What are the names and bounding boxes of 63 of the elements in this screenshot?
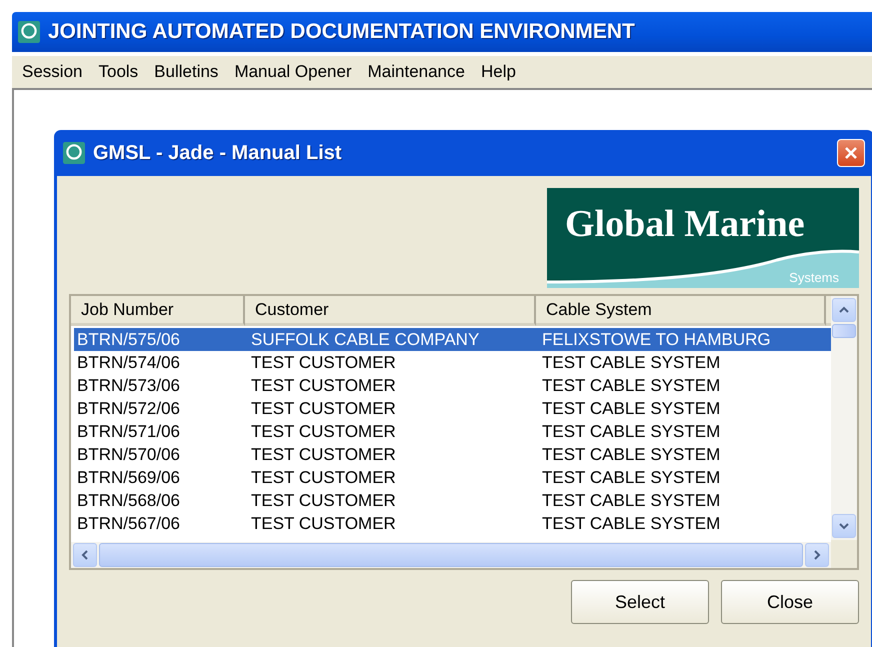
table-cell-text: TEST CABLE SYSTEM bbox=[541, 422, 722, 442]
table-cell-text: FELIXSTOWE TO HAMBURG bbox=[541, 330, 772, 350]
scrollbar-corner bbox=[831, 540, 857, 568]
close-button[interactable] bbox=[837, 139, 865, 167]
table-row[interactable]: BTRN/574/06 TEST CUSTOMER TEST CABLE SYSTEM bbox=[74, 351, 831, 374]
app-icon bbox=[63, 142, 85, 164]
scroll-right-button[interactable] bbox=[805, 543, 829, 567]
app-icon bbox=[18, 21, 40, 43]
table-cell-text: TEST CABLE SYSTEM bbox=[541, 444, 722, 464]
table-cell-text: TEST CUSTOMER bbox=[250, 352, 397, 372]
scroll-down-button[interactable] bbox=[832, 514, 856, 538]
menu-item[interactable]: Session bbox=[14, 60, 90, 84]
logo-tagline: Systems bbox=[789, 270, 839, 285]
menu-item[interactable]: Maintenance bbox=[360, 60, 473, 84]
table-row[interactable]: BTRN/571/06 TEST CUSTOMER TEST CABLE SYSTEM bbox=[74, 420, 831, 443]
table-cell-text: BTRN/567/06 bbox=[76, 514, 181, 534]
logo-name: Global Marine bbox=[565, 202, 805, 246]
close-dialog-button[interactable]: Close bbox=[721, 580, 859, 624]
menu-item[interactable]: Tools bbox=[90, 60, 146, 84]
table-row[interactable]: BTRN/568/06 TEST CUSTOMER TEST CABLE SYSTEM bbox=[74, 489, 831, 512]
table-cell-text: BTRN/573/06 bbox=[76, 376, 181, 396]
table-cell-text: TEST CUSTOMER bbox=[250, 468, 397, 488]
header-background bbox=[826, 296, 831, 326]
table-cell-text: TEST CUSTOMER bbox=[250, 444, 397, 464]
table-row[interactable]: BTRN/569/06 TEST CUSTOMER TEST CABLE SYSTEM bbox=[74, 466, 831, 489]
table-cell-text: BTRN/570/06 bbox=[76, 444, 181, 464]
menu-item[interactable]: Manual Opener bbox=[226, 60, 360, 84]
table-cell-text: TEST CUSTOMER bbox=[250, 514, 397, 534]
table-cell-text: TEST CABLE SYSTEM bbox=[541, 490, 722, 510]
table-cell-text: BTRN/575/06 bbox=[76, 330, 181, 350]
table-row[interactable]: BTRN/573/06 TEST CUSTOMER TEST CABLE SYSTEM bbox=[74, 374, 831, 397]
menu-item[interactable]: Help bbox=[472, 60, 524, 84]
table-row[interactable]: BTRN/575/06 SUFFOLK CABLE COMPANY FELIXSTOWE TO HAMBURG bbox=[74, 328, 831, 351]
table-cell-text: TEST CABLE SYSTEM bbox=[541, 514, 722, 534]
table-row[interactable]: BTRN/570/06 TEST CUSTOMER TEST CABLE SYSTEM bbox=[74, 443, 831, 466]
column-header[interactable]: Job Number bbox=[71, 296, 245, 326]
table-cell-text: BTRN/574/06 bbox=[76, 352, 181, 372]
table-cell-text: TEST CUSTOMER bbox=[250, 398, 397, 418]
close-icon bbox=[844, 146, 858, 160]
table-row[interactable]: BTRN/572/06 TEST CUSTOMER TEST CABLE SYSTEM bbox=[74, 397, 831, 420]
table-cell-text: TEST CUSTOMER bbox=[250, 422, 397, 442]
table-row[interactable]: BTRN/567/06 TEST CUSTOMER TEST CABLE SYSTEM bbox=[74, 512, 831, 535]
scroll-thumb[interactable] bbox=[832, 324, 856, 338]
table-cell-text: TEST CABLE SYSTEM bbox=[541, 468, 722, 488]
scroll-left-button[interactable] bbox=[73, 543, 97, 567]
table-cell-text: TEST CABLE SYSTEM bbox=[541, 398, 722, 418]
scroll-up-button[interactable] bbox=[832, 298, 856, 322]
table-cell-text: TEST CUSTOMER bbox=[250, 490, 397, 510]
column-header[interactable]: Customer bbox=[245, 296, 536, 326]
table-cell-text: BTRN/571/06 bbox=[76, 422, 181, 442]
table-cell-text: TEST CUSTOMER bbox=[250, 376, 397, 396]
select-button[interactable]: Select bbox=[571, 580, 709, 624]
menu-item[interactable]: Bulletins bbox=[146, 60, 226, 84]
dialog-title: GMSL - Jade - Manual List bbox=[93, 142, 342, 164]
table-cell-text: TEST CABLE SYSTEM bbox=[541, 376, 722, 396]
table-cell-text: TEST CABLE SYSTEM bbox=[541, 352, 722, 372]
table-cell-text: BTRN/568/06 bbox=[76, 490, 181, 510]
column-header[interactable]: Cable System bbox=[536, 296, 826, 326]
vertical-scrollbar[interactable] bbox=[831, 296, 857, 568]
table-cell-text: SUFFOLK CABLE COMPANY bbox=[250, 330, 480, 350]
window-title: JOINTING AUTOMATED DOCUMENTATION ENVIRONMENT bbox=[48, 20, 635, 44]
table-cell-text: BTRN/569/06 bbox=[76, 468, 181, 488]
table-cell-text: BTRN/572/06 bbox=[76, 398, 181, 418]
